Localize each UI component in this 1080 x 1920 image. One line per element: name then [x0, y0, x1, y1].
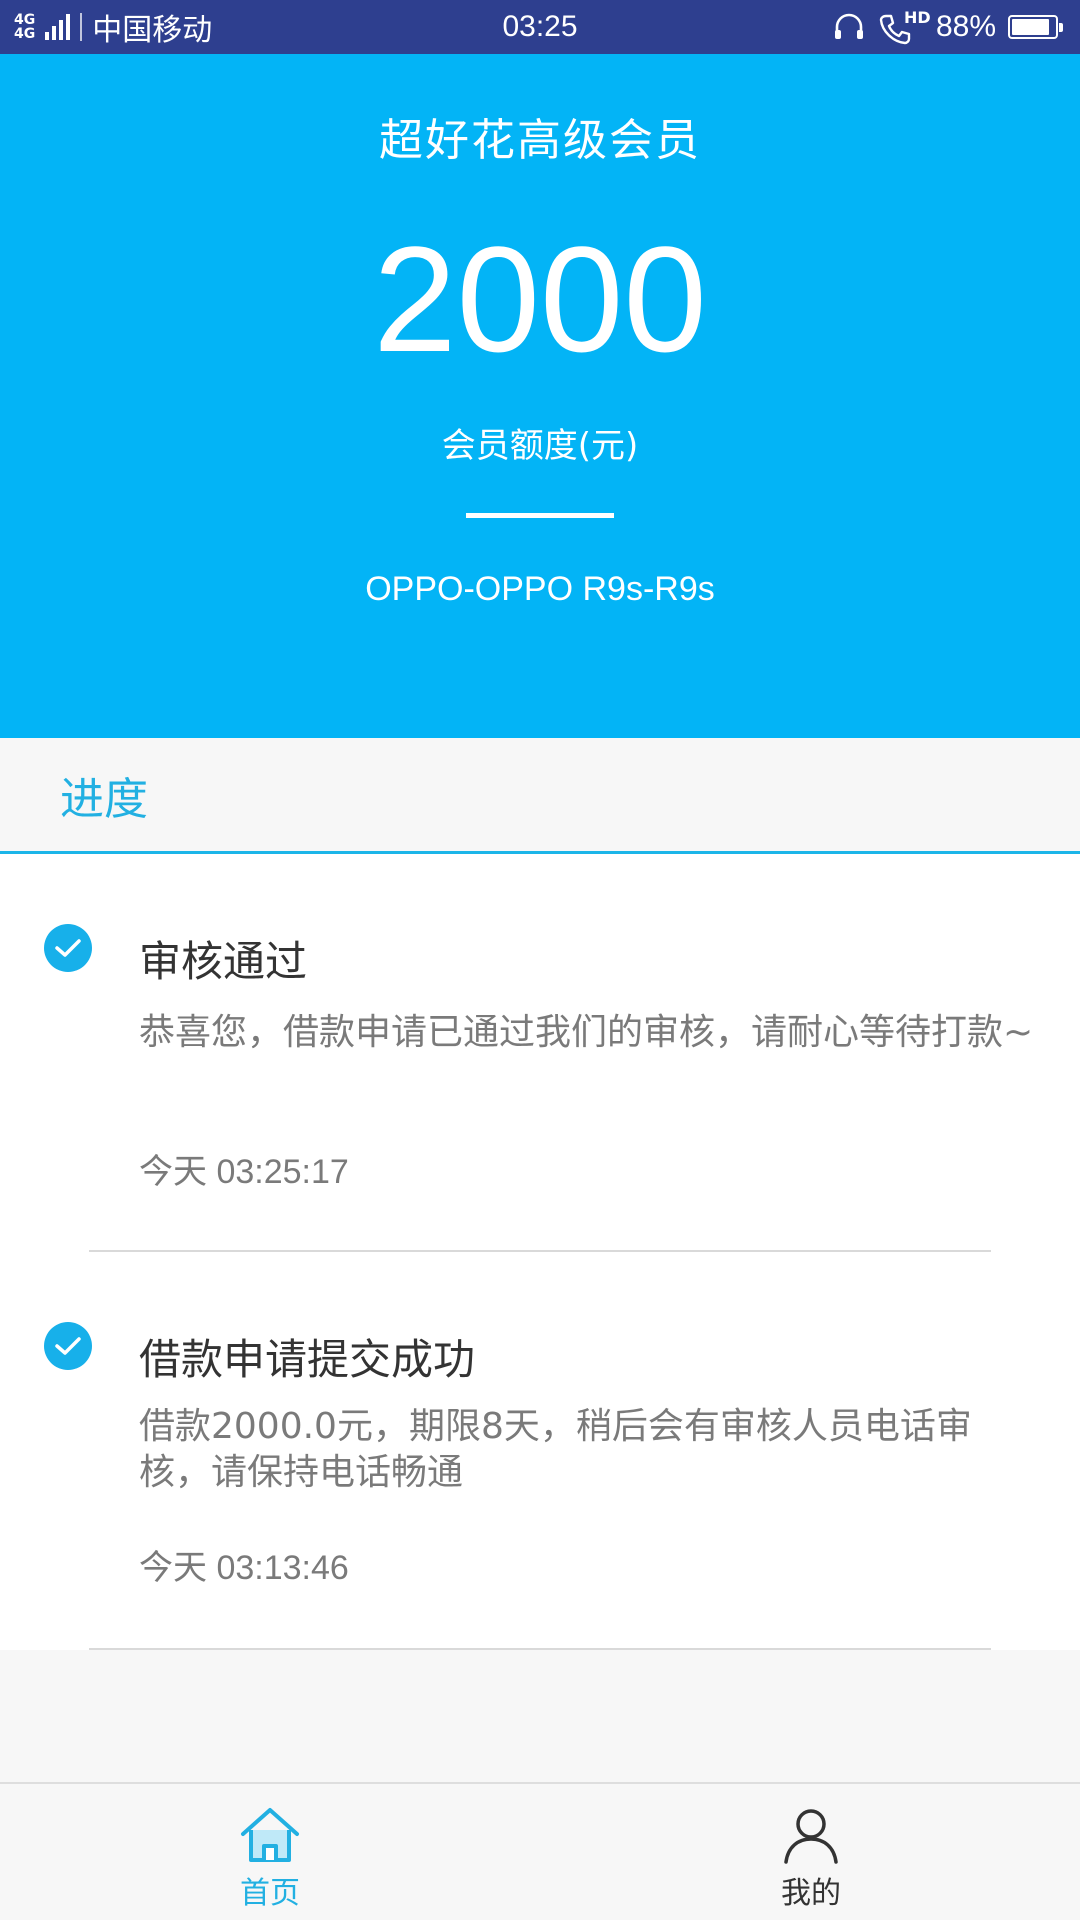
progress-item-title: 审核通过: [139, 937, 308, 986]
check-circle-icon: [44, 924, 92, 972]
credit-amount-label: 会员额度(元): [441, 426, 639, 466]
signal-icon: [45, 14, 71, 40]
member-title: 超好花高级会员: [379, 115, 701, 166]
status-bar-left: 4G 4G 中国移动: [14, 0, 212, 54]
progress-item-time: 今天 03:13:46: [139, 1549, 349, 1587]
progress-section-header: 进度: [0, 738, 1080, 854]
network-type-1: 4G: [14, 12, 36, 28]
check-circle-icon: [44, 1322, 92, 1370]
progress-list: 审核通过 恭喜您，借款申请已通过我们的审核，请耐心等待打款~ 今天 03:25:…: [0, 854, 1080, 1650]
status-bar: 4G 4G 中国移动 03:25 HD 88%: [0, 0, 1080, 54]
hd-label: HD: [903, 8, 931, 27]
nav-mine-tab[interactable]: 我的: [711, 1784, 911, 1920]
progress-item-title: 借款申请提交成功: [139, 1335, 476, 1384]
bottom-nav: 首页 我的: [0, 1782, 1080, 1920]
headset-icon: [834, 13, 863, 39]
status-bar-right: HD 88%: [832, 0, 1064, 54]
nav-mine-label: 我的: [781, 1876, 841, 1911]
status-time: 03:25: [502, 10, 578, 43]
user-icon: [784, 1809, 838, 1864]
hd-call-icon: HD: [878, 8, 931, 45]
network-type-2: 4G: [14, 26, 36, 42]
progress-item-desc: 恭喜您，借款申请已通过我们的审核，请耐心等待打款~: [139, 1012, 1034, 1053]
progress-item-submitted: 借款申请提交成功 借款2000.0元，期限8天，稍后会有审核人员电话审核，请保持…: [0, 1252, 1080, 1650]
battery-fill: [1012, 19, 1049, 35]
nav-home-label: 首页: [240, 1876, 300, 1911]
battery-icon: [1008, 15, 1063, 39]
progress-item-divider: [89, 1648, 991, 1650]
hero-divider: [466, 513, 614, 518]
nav-home-tab[interactable]: 首页: [170, 1784, 370, 1920]
device-name: OPPO-OPPO R9s-R9s: [365, 570, 715, 608]
progress-item-approved: 审核通过 恭喜您，借款申请已通过我们的审核，请耐心等待打款~ 今天 03:25:…: [0, 854, 1080, 1252]
credit-amount: 2000: [373, 215, 707, 383]
status-separator: [80, 13, 83, 41]
network-type: 4G 4G: [14, 13, 35, 41]
member-hero: 超好花高级会员 2000 会员额度(元) OPPO-OPPO R9s-R9s: [0, 54, 1080, 738]
battery-percent: 88%: [935, 10, 996, 43]
progress-section-title: 进度: [60, 773, 148, 825]
progress-item-time: 今天 03:25:17: [139, 1153, 349, 1191]
home-icon: [241, 1808, 299, 1862]
carrier-name: 中国移动: [92, 13, 213, 48]
progress-item-desc: 借款2000.0元，期限8天，稍后会有审核人员电话审核，请保持电话畅通: [139, 1406, 972, 1493]
